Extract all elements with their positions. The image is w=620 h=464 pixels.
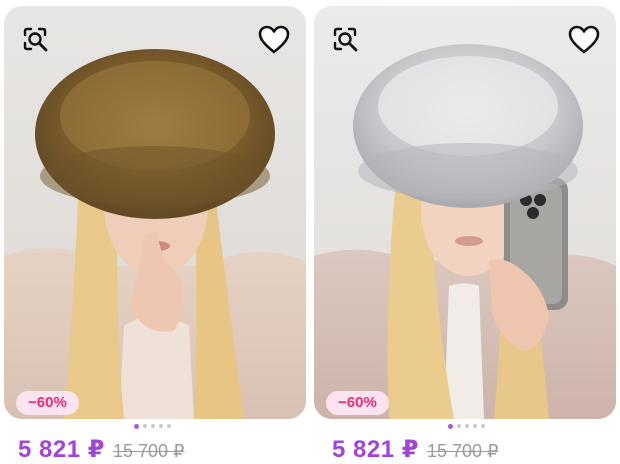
discount-badge: −60%	[16, 391, 79, 415]
image-search-icon[interactable]	[18, 22, 54, 58]
carousel-dot[interactable]	[167, 424, 171, 428]
carousel-dot[interactable]	[465, 424, 469, 428]
carousel-dots-2[interactable]	[448, 423, 485, 429]
product-photo-2[interactable]	[314, 6, 616, 419]
heart-outline-icon[interactable]	[256, 22, 292, 58]
carousel-dot[interactable]	[134, 423, 139, 429]
carousel-dot[interactable]	[457, 424, 461, 428]
product-card-2[interactable]: −60%	[314, 6, 616, 419]
discount-badge: −60%	[326, 391, 389, 415]
carousel-dot[interactable]	[143, 424, 147, 428]
carousel-dot[interactable]	[473, 424, 477, 428]
price-row-2: 5 821 ₽ 15 700 ₽	[332, 435, 499, 463]
carousel-dot[interactable]	[448, 423, 453, 429]
price-row-1: 5 821 ₽ 15 700 ₽	[18, 435, 185, 463]
current-price: 5 821 ₽	[332, 436, 419, 463]
product-photo-1[interactable]	[4, 6, 306, 419]
image-search-icon[interactable]	[328, 22, 364, 58]
old-price: 15 700 ₽	[112, 441, 185, 461]
heart-outline-icon[interactable]	[566, 22, 602, 58]
carousel-dot[interactable]	[151, 424, 155, 428]
carousel-dot[interactable]	[481, 424, 485, 428]
carousel-dot[interactable]	[159, 424, 163, 428]
product-card-1[interactable]: −60%	[4, 6, 306, 419]
old-price: 15 700 ₽	[426, 441, 499, 461]
carousel-dots-1[interactable]	[134, 423, 171, 429]
current-price: 5 821 ₽	[18, 436, 105, 463]
